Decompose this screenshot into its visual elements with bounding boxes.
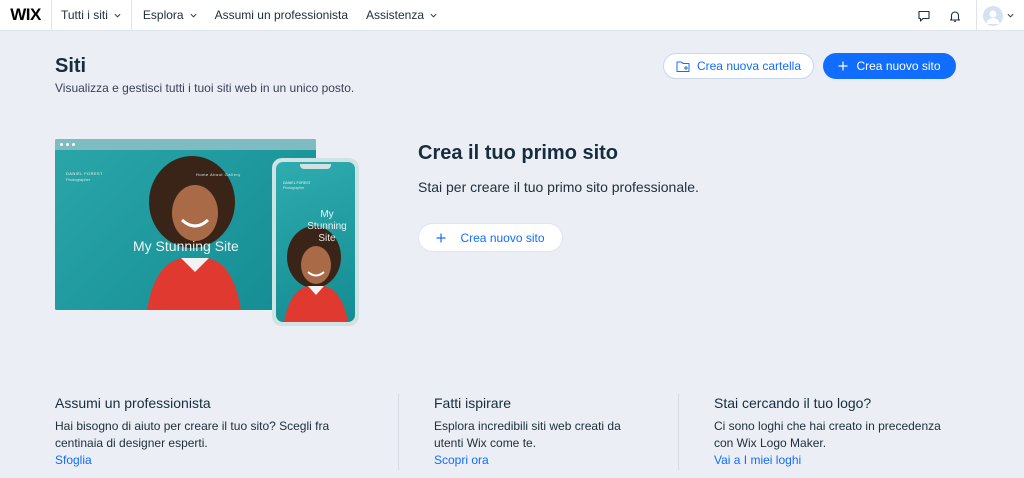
phone-screen: DANIEL FOREST Photographer My Stunning S… xyxy=(276,162,355,322)
card-title: Assumi un professionista xyxy=(55,395,211,411)
browser-dot xyxy=(72,143,75,146)
hero-create-site-button[interactable]: Crea nuovo sito xyxy=(418,223,563,252)
phone-notch xyxy=(300,164,331,169)
nav-explore[interactable]: Esplora xyxy=(132,0,206,31)
card-text: Esplora incredibili siti web creati da xyxy=(434,419,621,433)
hero-subtitle: Stai per creare il tuo primo sito profes… xyxy=(418,179,699,195)
card-title: Fatti ispirare xyxy=(434,395,512,411)
nav-support-label: Assistenza xyxy=(366,8,425,22)
preview-site-title: My Stunning Site xyxy=(133,238,239,254)
bell-icon xyxy=(949,10,960,22)
nav-support[interactable]: Assistenza xyxy=(357,0,446,31)
browser-bar xyxy=(55,139,316,150)
nav-hire-professional-label: Assumi un professionista xyxy=(214,8,348,22)
preview-site-menu: Home About Gallery xyxy=(196,172,241,177)
my-logos-link[interactable]: Vai a I miei loghi xyxy=(714,452,994,469)
browse-link[interactable]: Sfoglia xyxy=(55,452,375,469)
divider xyxy=(678,394,679,470)
phone-site-role: Photographer xyxy=(283,186,305,190)
messages-button[interactable] xyxy=(908,0,939,31)
plus-icon xyxy=(436,233,446,242)
nav-explore-label: Esplora xyxy=(142,8,184,22)
hero-create-site-label: Crea nuovo sito xyxy=(460,230,545,245)
card-text: utenti Wix come te. xyxy=(434,436,537,450)
folder-plus-icon xyxy=(676,61,690,72)
nav-hire-professional[interactable]: Assumi un professionista xyxy=(206,0,357,31)
card-logo: Stai cercando il tuo logo? Ci sono loghi… xyxy=(714,395,994,469)
card-title: Stai cercando il tuo logo? xyxy=(714,395,872,411)
browser-dot xyxy=(66,143,69,146)
create-site-label: Crea nuovo sito xyxy=(856,59,941,73)
divider xyxy=(398,394,399,470)
card-text: centinaia di designer esperti. xyxy=(55,436,208,450)
card-get-inspired: Fatti ispirare Esplora incredibili siti … xyxy=(434,395,664,469)
create-folder-label: Crea nuova cartella xyxy=(696,59,802,73)
nav-all-sites[interactable]: Tutti i siti xyxy=(52,0,132,31)
nav-all-sites-label: Tutti i siti xyxy=(61,8,108,22)
chat-icon xyxy=(917,10,930,22)
chevron-down-icon xyxy=(1007,13,1014,18)
create-folder-button[interactable]: Crea nuova cartella xyxy=(663,53,814,79)
browser-dot xyxy=(60,143,63,146)
card-text: Hai bisogno di aiuto per creare il tuo s… xyxy=(55,419,330,433)
card-hire-professional: Assumi un professionista Hai bisogno di … xyxy=(55,395,375,469)
mobile-site-preview: DANIEL FOREST Photographer My Stunning S… xyxy=(272,158,359,326)
wix-logo[interactable]: WIX xyxy=(0,0,52,31)
card-text: con Wix Logo Maker. xyxy=(714,436,827,450)
avatar xyxy=(983,5,1003,26)
avatar-icon xyxy=(986,10,1000,24)
card-text: Ci sono loghi che hai creato in preceden… xyxy=(714,419,941,433)
preview-site-name: DANIEL FOREST xyxy=(66,171,103,176)
plus-icon xyxy=(838,61,848,71)
chevron-down-icon xyxy=(114,13,121,17)
phone-site-title: My Stunning Site xyxy=(307,209,347,244)
create-site-button[interactable]: Crea nuovo sito xyxy=(823,53,956,79)
top-bar-actions xyxy=(908,0,1024,31)
chevron-down-icon xyxy=(190,13,197,17)
notifications-button[interactable] xyxy=(939,0,970,31)
phone-site-name: DANIEL FOREST xyxy=(283,181,311,185)
chevron-down-icon xyxy=(430,13,437,17)
discover-link[interactable]: Scopri ora xyxy=(434,452,664,469)
hero-title: Crea il tuo primo sito xyxy=(418,142,619,164)
page-title: Siti xyxy=(55,55,87,77)
top-bar: WIX Tutti i siti Esplora Assumi un profe… xyxy=(0,0,1024,31)
page-subtitle: Visualizza e gestisci tutti i tuoi siti … xyxy=(55,81,355,95)
account-menu[interactable] xyxy=(976,0,1024,31)
preview-site-role: Photographer xyxy=(66,177,91,182)
